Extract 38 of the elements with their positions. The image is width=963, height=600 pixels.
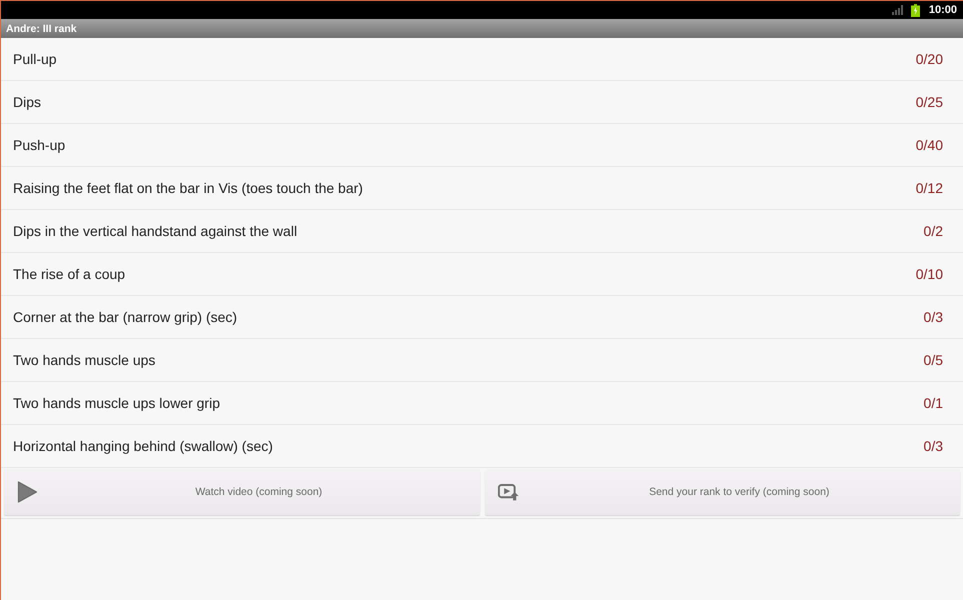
exercise-row[interactable]: Dips 0/25	[1, 81, 963, 124]
exercise-score: 0/3	[924, 309, 943, 325]
exercise-score: 0/3	[924, 438, 943, 454]
exercise-name: Raising the feet flat on the bar in Vis (toes touch the bar)	[13, 180, 363, 196]
exercise-name: Pull-up	[13, 51, 57, 67]
exercise-row[interactable]: The rise of a coup 0/10	[1, 253, 963, 296]
screen-title: Andre: III rank	[6, 22, 77, 34]
exercise-row[interactable]: Raising the feet flat on the bar in Vis (toes touch the bar) 0/12	[1, 167, 963, 210]
exercise-name: Two hands muscle ups	[13, 352, 156, 368]
exercise-name: Push-up	[13, 137, 66, 153]
watch-video-button[interactable]: Watch video (coming soon)	[4, 469, 480, 515]
exercise-score: 0/10	[916, 266, 943, 282]
exercise-name: Corner at the bar (narrow grip) (sec)	[13, 309, 238, 325]
battery-icon	[910, 4, 920, 16]
exercise-name: Horizontal hanging behind (swallow) (sec)	[13, 438, 273, 454]
exercise-score: 0/20	[916, 51, 943, 67]
exercise-row[interactable]: Dips in the vertical handstand against the wall 0/2	[1, 210, 963, 253]
exercise-row[interactable]: Two hands muscle ups 0/5	[1, 339, 963, 382]
exercise-name: Two hands muscle ups lower grip	[13, 395, 220, 411]
exercise-score: 0/2	[924, 223, 943, 239]
exercise-row[interactable]: Corner at the bar (narrow grip) (sec) 0/3	[1, 296, 963, 339]
exercise-score: 0/1	[924, 395, 943, 411]
play-icon	[17, 481, 38, 503]
exercise-row[interactable]: Pull-up 0/20	[1, 38, 963, 81]
exercise-name: Dips in the vertical handstand against the wall	[13, 223, 298, 239]
exercise-name: The rise of a coup	[13, 266, 126, 282]
exercise-score: 0/12	[916, 180, 943, 196]
exercise-score: 0/40	[916, 137, 943, 153]
exercise-row[interactable]: Two hands muscle ups lower grip 0/1	[1, 382, 963, 425]
exercise-score: 0/25	[916, 94, 943, 110]
exercise-row[interactable]: Push-up 0/40	[1, 124, 963, 167]
signal-icon	[892, 5, 904, 15]
exercise-row[interactable]: Horizontal hanging behind (swallow) (sec) 0/3	[1, 425, 963, 468]
exercise-score: 0/5	[924, 352, 943, 368]
exercise-name: Dips	[13, 94, 42, 110]
clock-time: 10:00	[928, 4, 957, 16]
send-rank-button[interactable]: Send your rank to verify (coming soon)	[484, 469, 960, 515]
video-upload-icon	[498, 481, 518, 503]
